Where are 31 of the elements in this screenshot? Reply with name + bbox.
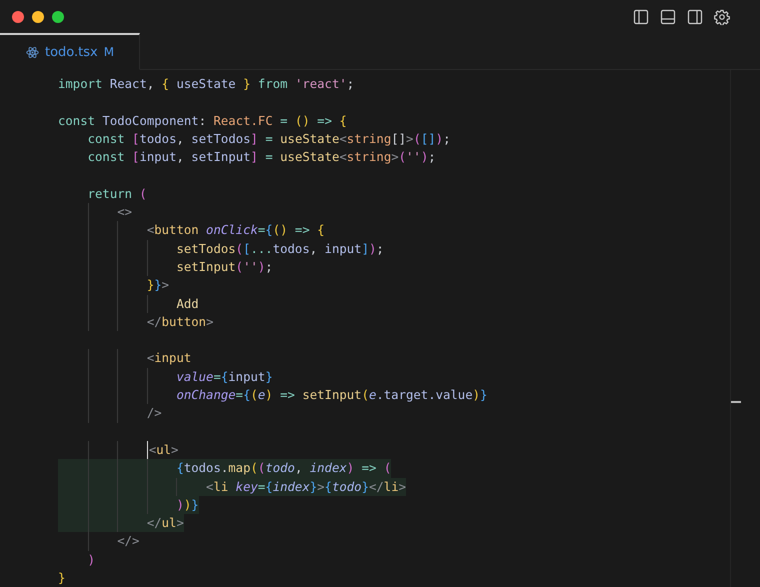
bottom-panel-toggle-icon[interactable]: [660, 8, 676, 24]
code-line: return (: [86, 186, 147, 203]
code-line: const [input, setInput] = useState<string>('');: [86, 149, 436, 166]
code-line: ): [86, 552, 96, 569]
code-line: setInput('');: [58, 258, 273, 276]
code-line: <input: [58, 349, 192, 368]
right-panel-toggle-icon[interactable]: [687, 8, 703, 24]
code-line: }: [58, 570, 66, 587]
left-panel-toggle-icon[interactable]: [633, 8, 649, 24]
code-line: setTodos([...todos, input]);: [58, 240, 384, 258]
modified-label: M: [104, 45, 114, 59]
scroll-position-marker: [731, 401, 741, 403]
code-line: <button onClick={() => {: [58, 221, 325, 240]
code-line: </>: [58, 532, 140, 551]
code-line: />: [58, 404, 162, 423]
code-line: const [todos, setTodos] = useState<string[]>([]);: [86, 130, 450, 148]
close-window-button[interactable]: [12, 10, 24, 22]
settings-icon[interactable]: [714, 8, 730, 24]
code-line: import React, { useState } from 'react';: [58, 76, 354, 93]
code-line: onChange={(e) => setInput(e.target.value)}: [58, 386, 488, 404]
code-line: value={input}: [58, 368, 273, 386]
code-line: }}>: [58, 276, 170, 295]
file-tab[interactable]: todo.tsx M: [0, 33, 140, 70]
tab-label: todo.tsx: [45, 44, 98, 60]
code-line: <>: [58, 203, 132, 222]
maximize-window-button[interactable]: [52, 10, 64, 22]
code-line: const TodoComponent: React.FC = () => {: [58, 112, 347, 130]
minimize-window-button[interactable]: [32, 10, 44, 22]
code-line: </button>: [58, 312, 214, 332]
code-line: Add: [58, 294, 199, 313]
react-atom-icon: [26, 46, 39, 58]
